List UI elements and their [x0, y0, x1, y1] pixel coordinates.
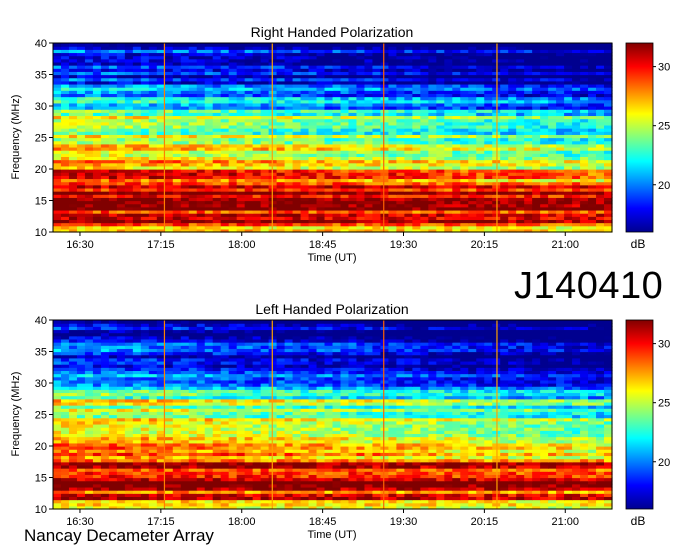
colorbar-tick-label: 30	[658, 62, 670, 74]
y-tick-label: 25	[35, 133, 47, 145]
spectrogram-cell	[524, 43, 533, 47]
spectrogram-cell	[76, 43, 86, 47]
x-axis-label: Time (UT)	[307, 252, 356, 264]
spectrogram-cell	[356, 43, 366, 47]
spectrogram-cell	[444, 43, 453, 47]
y-tick-label: 20	[35, 164, 47, 176]
spectrogram-cell	[596, 43, 605, 47]
spectrogram-cell	[452, 43, 461, 47]
x-tick-label: 17:15	[147, 239, 175, 251]
spectrogram-cells	[53, 43, 613, 233]
spectrogram-cell	[204, 43, 214, 47]
right-handed-panel: Right Handed Polarization 10 15 20 25 30 35 40…	[10, 24, 670, 264]
spectrogram-cell	[284, 43, 294, 47]
spectrogram-cell	[588, 43, 597, 47]
colorbar-label: dB	[631, 237, 646, 251]
x-tick-label: 18:45	[309, 239, 337, 251]
panel-title: Left Handed Polarization	[255, 301, 408, 317]
x-tick-label: 18:00	[228, 239, 256, 251]
spectrogram-cell	[564, 43, 573, 47]
spectrogram-cell	[164, 43, 174, 47]
spectrogram-cell	[396, 43, 405, 47]
colorbar-ticks: 20 25 30	[653, 62, 670, 192]
spectrogram-cell	[540, 43, 549, 47]
spectrogram-cell	[348, 43, 358, 47]
spectrogram-cell	[548, 43, 557, 47]
x-tick-label: 20:15	[471, 239, 499, 251]
spectrogram-cell	[420, 43, 429, 47]
spectrogram-cell	[388, 43, 397, 47]
spectrogram-cell	[580, 43, 589, 47]
spectrogram-cell	[428, 43, 437, 47]
spectrogram-cell	[260, 43, 270, 47]
spectrogram-cell	[404, 43, 413, 47]
spectrogram-cell	[604, 43, 613, 47]
colorbar	[625, 42, 654, 233]
spectrogram-cell	[108, 43, 118, 47]
spectrogram-cell	[244, 43, 254, 47]
spectrogram-cell	[188, 43, 198, 47]
spectrogram-cell	[372, 43, 382, 47]
spectrogram-cell	[476, 43, 485, 47]
spectrogram-cell	[380, 43, 389, 47]
spectrogram-cell	[132, 43, 142, 47]
spectrogram-cell	[268, 43, 278, 47]
panel-title: Right Handed Polarization	[251, 24, 414, 40]
colorbar-tick-label: 25	[658, 121, 670, 133]
spectrogram-cell	[316, 43, 326, 47]
colorbar-tick-label: 20	[658, 180, 670, 192]
spectrogram-cell	[172, 43, 182, 47]
spectrogram-cell	[252, 43, 262, 47]
spectrogram-cell	[300, 43, 310, 47]
spectrogram-cell	[508, 43, 517, 47]
spectrogram-cell	[124, 43, 134, 47]
left-handed-panel: Left Handed Polarization 10152025303540 …	[10, 301, 670, 541]
y-tick-label: 15	[35, 196, 47, 208]
spectrogram-cell	[572, 43, 581, 47]
spectrogram-cell	[140, 43, 150, 47]
spectrogram-cell	[292, 43, 302, 47]
spectrogram-cell	[532, 43, 541, 47]
spectrogram-cell	[116, 43, 126, 47]
spectrogram-cell	[460, 43, 469, 47]
y-tick-label: 40	[35, 38, 47, 50]
spectrogram-cell	[180, 43, 190, 47]
x-tick-label: 21:00	[552, 239, 580, 251]
spectrogram-cell	[500, 43, 509, 47]
spectrogram-cell	[364, 43, 374, 47]
spectrogram-cell	[212, 43, 222, 47]
spectrogram-cell	[468, 43, 477, 47]
spectrogram-cell	[196, 43, 206, 47]
y-axis: 10 15 20 25 30 35 40	[35, 38, 53, 239]
spectrogram-cell	[412, 43, 421, 47]
y-tick-label: 10	[35, 227, 47, 239]
spectrogram-cell	[60, 43, 70, 47]
y-tick-label: 35	[35, 70, 47, 82]
x-axis: 16:30 17:15 18:00 18:45 19:30 20:15 21:00	[66, 232, 579, 251]
spectrogram-cell	[228, 43, 238, 47]
spectrogram-cell	[236, 43, 246, 47]
spectrogram-cell	[276, 43, 286, 47]
y-tick-label: 30	[35, 101, 47, 113]
spectrogram-cell	[92, 43, 102, 47]
spectrogram-cell	[53, 43, 62, 47]
spectrogram-cell	[100, 43, 110, 47]
spectrogram-cell	[308, 43, 318, 47]
spectrogram-cell	[516, 43, 525, 47]
spectrogram-cells	[53, 320, 613, 510]
x-tick-label: 16:30	[66, 239, 94, 251]
spectrogram-cell	[340, 43, 350, 47]
spectrogram-cell	[556, 43, 565, 47]
spectrogram-cell	[332, 43, 342, 47]
spectrogram-cell	[68, 43, 78, 47]
spectrogram-cell	[436, 43, 445, 47]
x-tick-label: 19:30	[390, 239, 418, 251]
spectrogram-cell	[324, 43, 334, 47]
spectrogram-cell	[484, 43, 493, 47]
y-axis-label: Frequency (MHz)	[10, 95, 22, 180]
spectrogram-cell	[220, 43, 230, 47]
spectrogram-cell	[84, 43, 94, 47]
spectrogram-cell	[148, 43, 158, 47]
